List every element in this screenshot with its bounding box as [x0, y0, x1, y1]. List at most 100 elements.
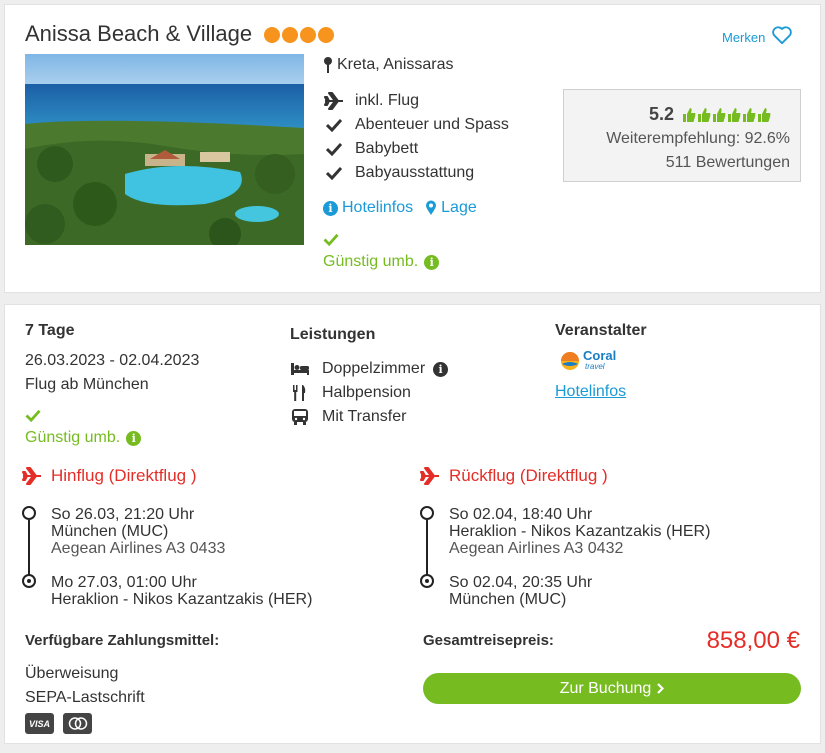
cutlery-icon — [293, 385, 306, 401]
feature-label: inkl. Flug — [355, 92, 420, 109]
feature-label: Abenteuer und Spass — [355, 116, 509, 133]
feature-flight: inkl. Flug — [323, 89, 509, 113]
trip-dates: 26.03.2023 - 02.04.2023 — [25, 352, 200, 369]
service-board: Halbpension — [290, 381, 448, 405]
airline: Aegean Airlines A3 0433 — [51, 540, 226, 557]
thumbs-up-icon — [698, 107, 711, 122]
departure-airport: München (MUC) — [51, 523, 169, 540]
rebooking-badge: Günstig umb. i — [323, 233, 440, 271]
timeline-end-node — [420, 574, 434, 588]
save-label: Merken — [722, 29, 766, 45]
departure-airport: Heraklion - Nikos Kazantzakis (HER) — [449, 523, 711, 540]
map-marker-icon — [426, 200, 437, 215]
plane-icon — [323, 92, 345, 110]
thumbs-up-icon — [683, 107, 696, 122]
return-title: Rückflug (Direktflug ) — [449, 466, 608, 485]
coral-travel-logo-icon — [561, 352, 579, 370]
timeline-start-node — [420, 506, 434, 520]
return-flight-header: Rückflug (Direktflug ) — [419, 466, 608, 486]
service-label: Doppelzimmer — [322, 360, 426, 377]
services-title: Leistungen — [290, 326, 376, 343]
rating-box: 5.2 Weiterempfehlung: 92.6% 511 Bewertun… — [563, 89, 801, 182]
check-green-icon — [323, 233, 339, 247]
thumbs-up-icon — [713, 107, 726, 122]
bed-icon — [291, 363, 309, 375]
service-transfer: Mit Transfer — [290, 405, 448, 429]
payment-method: Überweisung — [25, 665, 119, 682]
return-arrival: So 02.04, 20:35 Uhr München (MUC) — [449, 574, 592, 608]
rebooking-text: Günstig umb. — [25, 429, 121, 446]
thumbs-up-icon — [758, 107, 771, 122]
plane-icon — [22, 467, 41, 485]
service-label: Mit Transfer — [322, 408, 407, 425]
payment-title: Verfügbare Zahlungsmittel: — [25, 632, 220, 649]
hotel-location: Kreta, Anissaras — [323, 56, 454, 74]
star-icon — [318, 27, 335, 44]
thumbs-up-icon — [728, 107, 741, 122]
outbound-arrival: Mo 27.03, 01:00 Uhr Heraklion - Nikos Ka… — [51, 574, 312, 608]
chevron-right-icon — [657, 683, 665, 694]
check-icon — [323, 142, 345, 156]
hotel-title-row: Anissa Beach & Village — [25, 21, 335, 47]
outbound-flight-header: Hinflug (Direktflug ) — [21, 466, 197, 486]
feature-item: Babybett — [323, 137, 509, 161]
hotel-name[interactable]: Anissa Beach & Village — [25, 21, 252, 46]
star-icon — [282, 27, 299, 44]
outbound-title: Hinflug (Direktflug ) — [51, 466, 197, 485]
hotel-photo-graphic — [25, 54, 304, 245]
plane-icon — [420, 467, 439, 485]
timeline-start-node — [22, 506, 36, 520]
hotelinfos-link[interactable]: Hotelinfos — [342, 199, 413, 217]
timeline-line — [426, 520, 428, 576]
outbound-timeline — [22, 506, 36, 590]
operator-hotelinfos-link[interactable]: Hotelinfos — [555, 383, 626, 401]
outbound-departure: So 26.03, 21:20 Uhr München (MUC) Aegean… — [51, 506, 225, 557]
service-room: Doppelzimmer i — [290, 357, 449, 381]
return-departure: So 02.04, 18:40 Uhr Heraklion - Nikos Ka… — [449, 506, 710, 557]
check-green-icon — [25, 409, 41, 423]
operator-title: Veranstalter — [555, 322, 647, 339]
price-label: Gesamtreisepreis: — [423, 632, 554, 649]
booking-button[interactable]: Zur Buchung — [423, 673, 801, 704]
location-text: Kreta, Anissaras — [337, 56, 454, 73]
airline: Aegean Airlines A3 0432 — [449, 540, 624, 557]
arrival-time: Mo 27.03, 01:00 Uhr — [51, 574, 197, 591]
mastercard-icon — [63, 713, 92, 734]
hotel-links: i Hotelinfos Lage — [323, 199, 477, 217]
offer-card: 7 Tage 26.03.2023 - 02.04.2023 Flug ab M… — [4, 304, 821, 744]
visa-icon: VISA — [25, 713, 54, 734]
services-list: Doppelzimmer i Halbpension Mit Transfer — [290, 357, 449, 429]
timeline-line — [28, 520, 30, 576]
review-count[interactable]: 511 Bewertungen — [666, 154, 790, 172]
bus-icon — [292, 409, 308, 425]
rating-score-row: 5.2 — [649, 104, 771, 125]
rebooking-badge: Günstig umb. i — [25, 409, 142, 447]
operator-name: Coral — [583, 348, 617, 363]
arrival-airport: Heraklion - Nikos Kazantzakis (HER) — [51, 591, 313, 608]
save-button[interactable]: Merken — [722, 25, 793, 45]
lage-link[interactable]: Lage — [441, 199, 477, 217]
star-icon — [300, 27, 317, 44]
departure-airport: Flug ab München — [25, 376, 149, 393]
check-icon — [323, 118, 345, 132]
operator-logo: Coral travel — [560, 348, 617, 372]
feature-label: Babybett — [355, 140, 419, 157]
info-icon: i — [323, 200, 338, 216]
arrival-time: So 02.04, 20:35 Uhr — [449, 574, 593, 591]
timeline-end-node — [22, 574, 36, 588]
booking-button-label: Zur Buchung — [559, 679, 652, 697]
info-icon[interactable]: i — [424, 254, 440, 270]
rating-score: 5.2 — [649, 104, 675, 124]
hotel-photo[interactable] — [25, 54, 304, 245]
rebooking-text: Günstig umb. — [323, 253, 419, 270]
star-icon — [264, 27, 281, 44]
arrival-airport: München (MUC) — [449, 591, 567, 608]
rating-thumbs — [682, 107, 771, 123]
map-pin-icon — [324, 57, 332, 73]
info-icon[interactable]: i — [433, 361, 449, 377]
heart-icon — [772, 26, 793, 45]
total-price: 858,00 € — [706, 627, 800, 654]
hotel-star-rating — [264, 27, 335, 44]
info-icon[interactable]: i — [126, 430, 142, 446]
departure-time: So 02.04, 18:40 Uhr — [449, 506, 593, 523]
